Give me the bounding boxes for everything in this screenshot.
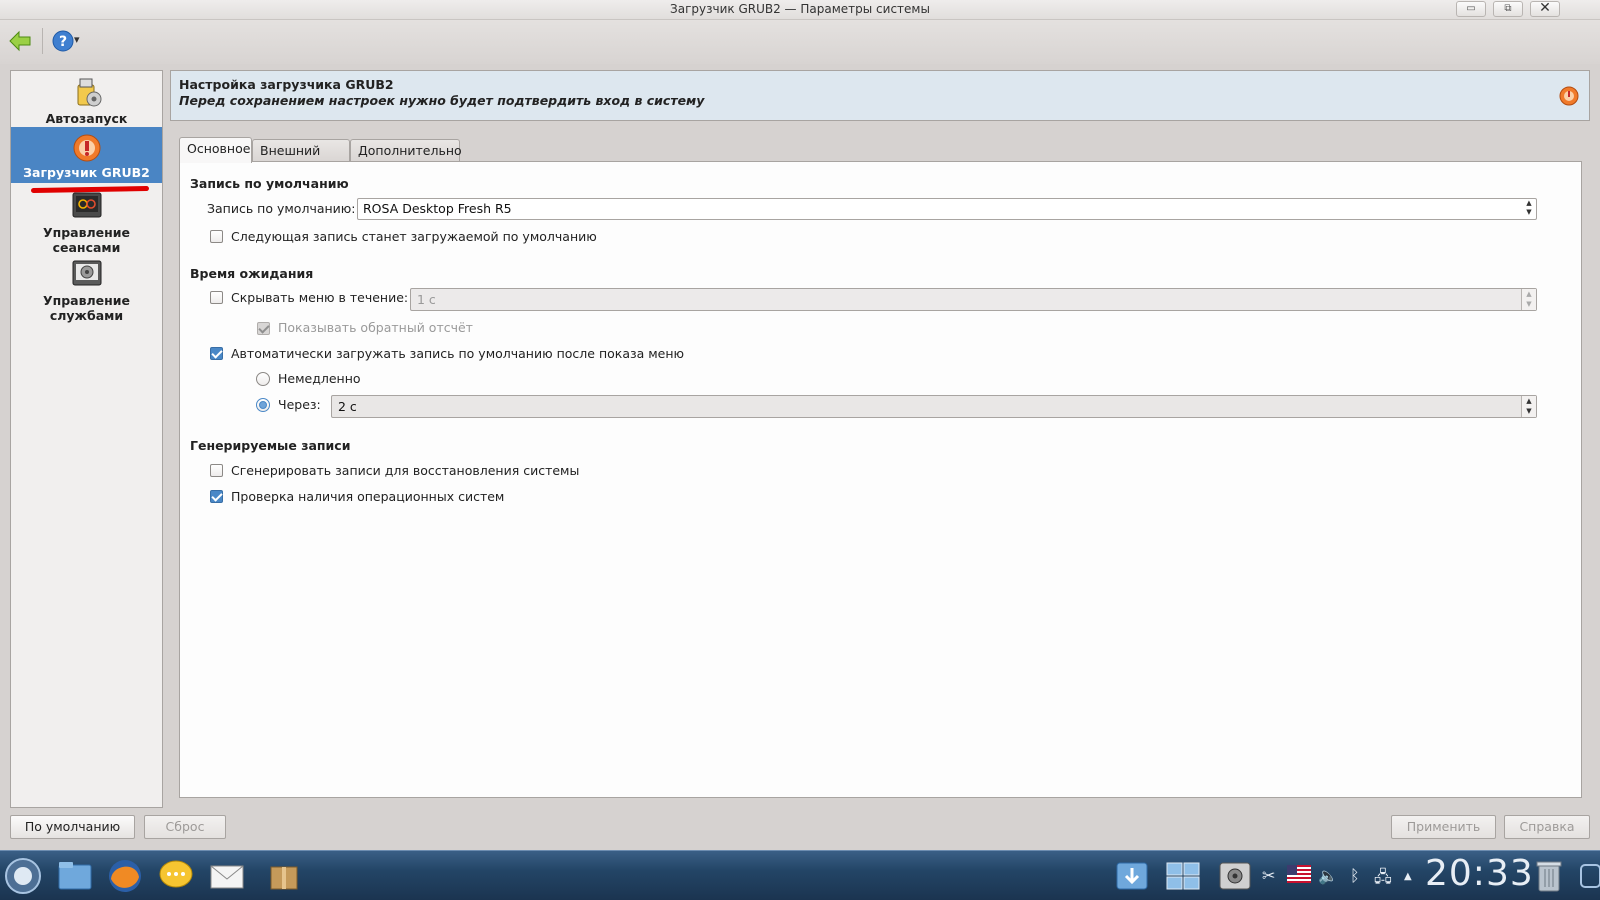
trash-icon[interactable]: [1530, 857, 1568, 895]
countdown-label[interactable]: Показывать обратный отсчёт: [278, 320, 473, 335]
back-arrow-icon[interactable]: [8, 29, 32, 53]
network-icon[interactable]: 🖧: [1374, 866, 1392, 893]
grub-icon: [73, 134, 100, 162]
bluetooth-icon[interactable]: ᛒ: [1350, 866, 1360, 885]
package-manager-icon[interactable]: [266, 857, 304, 895]
session-icon: [72, 192, 101, 218]
sidebar-item-label: Управление сеансами: [42, 225, 131, 255]
reset-button[interactable]: Сброс: [144, 815, 226, 839]
expand-tray-icon[interactable]: ▲: [1404, 871, 1412, 882]
sidebar-item-label: Загрузчик GRUB2: [23, 165, 150, 180]
next-boot-label[interactable]: Следующая запись станет загружаемой по у…: [231, 229, 597, 244]
section-generated-entries: Генерируемые записи: [190, 438, 351, 453]
page-header: Настройка загрузчика GRUB2 Перед сохране…: [170, 70, 1590, 121]
tab-advanced[interactable]: Дополнительно: [350, 139, 462, 162]
restore-button[interactable]: ⧉: [1493, 1, 1523, 17]
sidebar-item-label: Автозапуск: [45, 111, 128, 126]
hide-menu-value: 1 с: [417, 292, 436, 307]
tab-appearance[interactable]: Внешний вид: [252, 139, 350, 179]
section-default-entry: Запись по умолчанию: [190, 176, 349, 191]
file-manager-icon[interactable]: [56, 857, 94, 895]
spin-arrows-icon: ▲ ▼: [1521, 396, 1536, 417]
start-menu-icon[interactable]: [4, 857, 42, 895]
defaults-button[interactable]: По умолчанию: [10, 815, 135, 839]
help-menu-button[interactable]: ? ▾: [52, 29, 84, 53]
scissors-icon[interactable]: ✂: [1262, 866, 1275, 885]
immediately-label[interactable]: Немедленно: [278, 371, 361, 386]
recovery-checkbox[interactable]: [210, 464, 223, 477]
os-prober-label[interactable]: Проверка наличия операционных систем: [231, 489, 504, 504]
after-label[interactable]: Через:: [278, 397, 321, 412]
after-spinbox[interactable]: 2 с ▲ ▼: [331, 395, 1537, 418]
next-boot-checkbox[interactable]: [210, 230, 223, 243]
page-title: Настройка загрузчика GRUB2: [179, 77, 394, 92]
sidebar-item-services[interactable]: Управление службами: [11, 257, 162, 323]
default-entry-value: ROSA Desktop Fresh R5: [363, 201, 512, 216]
combo-arrows-icon: ▲ ▼: [1526, 199, 1532, 216]
download-icon[interactable]: [1113, 857, 1151, 895]
us-flag-icon[interactable]: [1287, 865, 1311, 883]
chat-icon[interactable]: [157, 857, 195, 895]
page-subtitle: Перед сохранением настроек нужно будет п…: [179, 93, 705, 108]
mail-icon[interactable]: [208, 857, 246, 895]
sidebar-item-sessions[interactable]: Управление сеансами: [11, 187, 162, 255]
after-value: 2 с: [338, 399, 357, 414]
settings-panel: Запись по умолчанию Запись по умолчанию:…: [179, 161, 1582, 798]
immediately-radio[interactable]: [256, 372, 270, 386]
section-timeout: Время ожидания: [190, 266, 314, 281]
sidebar: Автозапуск Загрузчик GRUB2 Управление се…: [10, 70, 163, 808]
show-desktop-icon[interactable]: [1578, 857, 1600, 895]
minimize-button[interactable]: ▭: [1456, 1, 1486, 17]
taskbar: ✂ 🔈 ᛒ 🖧 ▲ 20:33: [0, 850, 1600, 900]
firefox-icon[interactable]: [106, 857, 144, 895]
services-icon: [72, 260, 101, 286]
grub-icon: [1559, 86, 1579, 106]
chevron-down-icon: ▾: [74, 33, 80, 46]
auto-boot-checkbox[interactable]: [210, 347, 223, 360]
help-button[interactable]: Справка: [1504, 815, 1590, 839]
recovery-label[interactable]: Сгенерировать записи для восстановления …: [231, 463, 579, 478]
sidebar-item-autostart[interactable]: Автозапуск: [11, 75, 162, 127]
countdown-checkbox[interactable]: [257, 322, 270, 335]
hide-menu-checkbox[interactable]: [210, 291, 223, 304]
default-entry-label: Запись по умолчанию:: [207, 201, 356, 216]
window-title: Загрузчик GRUB2 — Параметры системы: [670, 2, 930, 16]
auto-boot-label[interactable]: Автоматически загружать запись по умолча…: [231, 346, 684, 361]
apply-button[interactable]: Применить: [1391, 815, 1496, 839]
toolbar: ? ▾: [0, 20, 1600, 64]
hide-menu-label[interactable]: Скрывать меню в течение:: [231, 290, 408, 305]
sidebar-item-grub2[interactable]: Загрузчик GRUB2: [11, 127, 162, 183]
help-icon: ?: [52, 30, 74, 52]
desktop-switcher-icon[interactable]: [1164, 857, 1202, 895]
spin-arrows-icon: ▲ ▼: [1521, 289, 1536, 310]
sidebar-item-label: Управление службами: [42, 293, 131, 323]
close-button[interactable]: ✕: [1530, 1, 1560, 17]
help-icon-glyph: ?: [59, 34, 67, 50]
window-titlebar: Загрузчик GRUB2 — Параметры системы ▭ ⧉ …: [0, 0, 1600, 20]
after-radio[interactable]: [256, 398, 270, 412]
os-prober-checkbox[interactable]: [210, 490, 223, 503]
autostart-icon: [77, 78, 101, 107]
toolbar-separator: [42, 28, 43, 54]
volume-icon[interactable]: 🔈: [1318, 866, 1338, 885]
tab-basic[interactable]: Основное: [179, 137, 252, 163]
default-entry-select[interactable]: ROSA Desktop Fresh R5 ▲ ▼: [357, 198, 1537, 220]
hide-menu-spinbox[interactable]: 1 с ▲ ▼: [410, 288, 1537, 311]
taskbar-clock[interactable]: 20:33: [1425, 853, 1534, 894]
system-settings-icon[interactable]: [1216, 857, 1254, 895]
